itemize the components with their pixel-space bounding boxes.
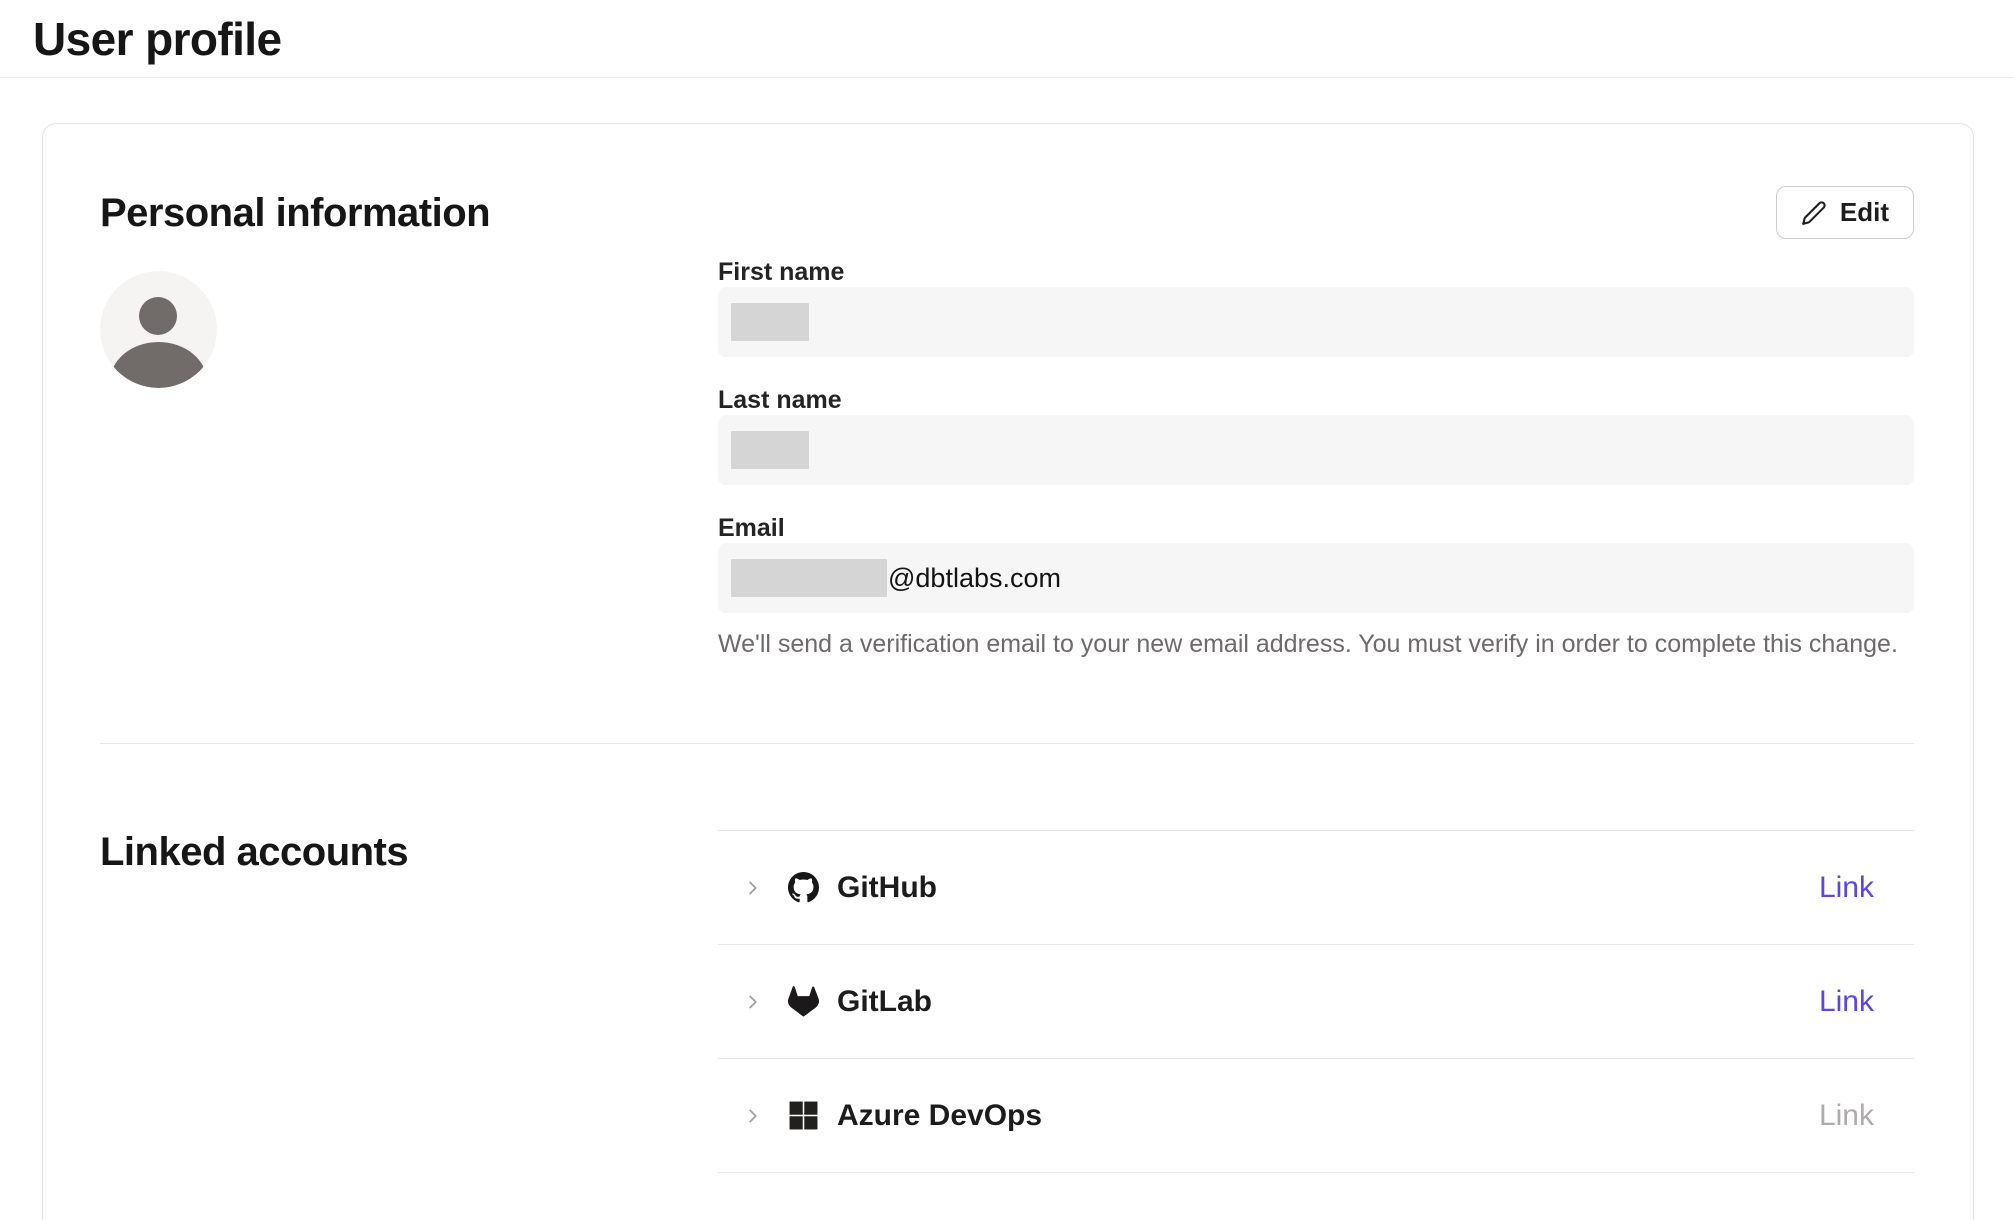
section-divider	[100, 743, 1914, 744]
chevron-right-icon[interactable]	[742, 877, 764, 899]
last-name-field: Last name	[718, 387, 1914, 485]
redacted-email-prefix	[731, 559, 887, 597]
personal-info-heading: Personal information	[100, 191, 490, 235]
account-name: GitLab	[837, 985, 932, 1019]
first-name-input[interactable]	[718, 287, 1914, 357]
pencil-icon	[1801, 200, 1827, 226]
personal-info-form: First name Last name Email @dbtlabs.	[718, 259, 1914, 659]
edit-button[interactable]: Edit	[1776, 186, 1914, 239]
github-icon	[788, 872, 819, 903]
linked-accounts-heading: Linked accounts	[100, 830, 718, 874]
chevron-right-icon[interactable]	[742, 991, 764, 1013]
email-field: Email @dbtlabs.com We'll send a verifica…	[718, 515, 1914, 659]
linked-accounts-list: GitHub Link GitLab Link	[718, 830, 1914, 1173]
gitlab-link-button[interactable]: Link	[1819, 985, 1874, 1019]
first-name-label: First name	[718, 259, 1914, 285]
personal-info-header: Personal information Edit	[100, 186, 1914, 239]
linked-accounts-heading-column: Linked accounts	[100, 830, 718, 874]
email-input[interactable]: @dbtlabs.com	[718, 543, 1914, 613]
personal-info-body: First name Last name Email @dbtlabs.	[100, 259, 1914, 659]
redacted-last-name-value	[731, 431, 809, 469]
main-content: Personal information Edit	[0, 123, 2014, 1220]
linked-account-row-azure-devops: Azure DevOps Link	[718, 1059, 1914, 1173]
linked-account-row-gitlab: GitLab Link	[718, 945, 1914, 1059]
redacted-first-name-value	[731, 303, 809, 341]
gitlab-icon	[788, 986, 819, 1017]
email-domain-suffix: @dbtlabs.com	[888, 563, 1061, 594]
azure-devops-link-button-disabled: Link	[1819, 1099, 1874, 1133]
azure-devops-icon	[788, 1100, 819, 1131]
first-name-field: First name	[718, 259, 1914, 357]
linked-accounts-section: Linked accounts GitHub Link	[100, 830, 1914, 1173]
page-title: User profile	[33, 12, 281, 66]
avatar	[100, 271, 217, 388]
edit-button-label: Edit	[1840, 197, 1889, 228]
last-name-input[interactable]	[718, 415, 1914, 485]
account-name: GitHub	[837, 871, 937, 905]
user-silhouette-icon	[100, 271, 217, 388]
avatar-column	[100, 259, 718, 388]
account-name: Azure DevOps	[837, 1099, 1042, 1133]
github-link-button[interactable]: Link	[1819, 871, 1874, 905]
email-help-text: We'll send a verification email to your …	[718, 629, 1914, 659]
user-profile-card: Personal information Edit	[42, 123, 1974, 1220]
last-name-label: Last name	[718, 387, 1914, 413]
linked-account-row-github: GitHub Link	[718, 831, 1914, 945]
chevron-right-icon[interactable]	[742, 1105, 764, 1127]
page-header: User profile	[0, 0, 2014, 78]
email-label: Email	[718, 515, 1914, 541]
